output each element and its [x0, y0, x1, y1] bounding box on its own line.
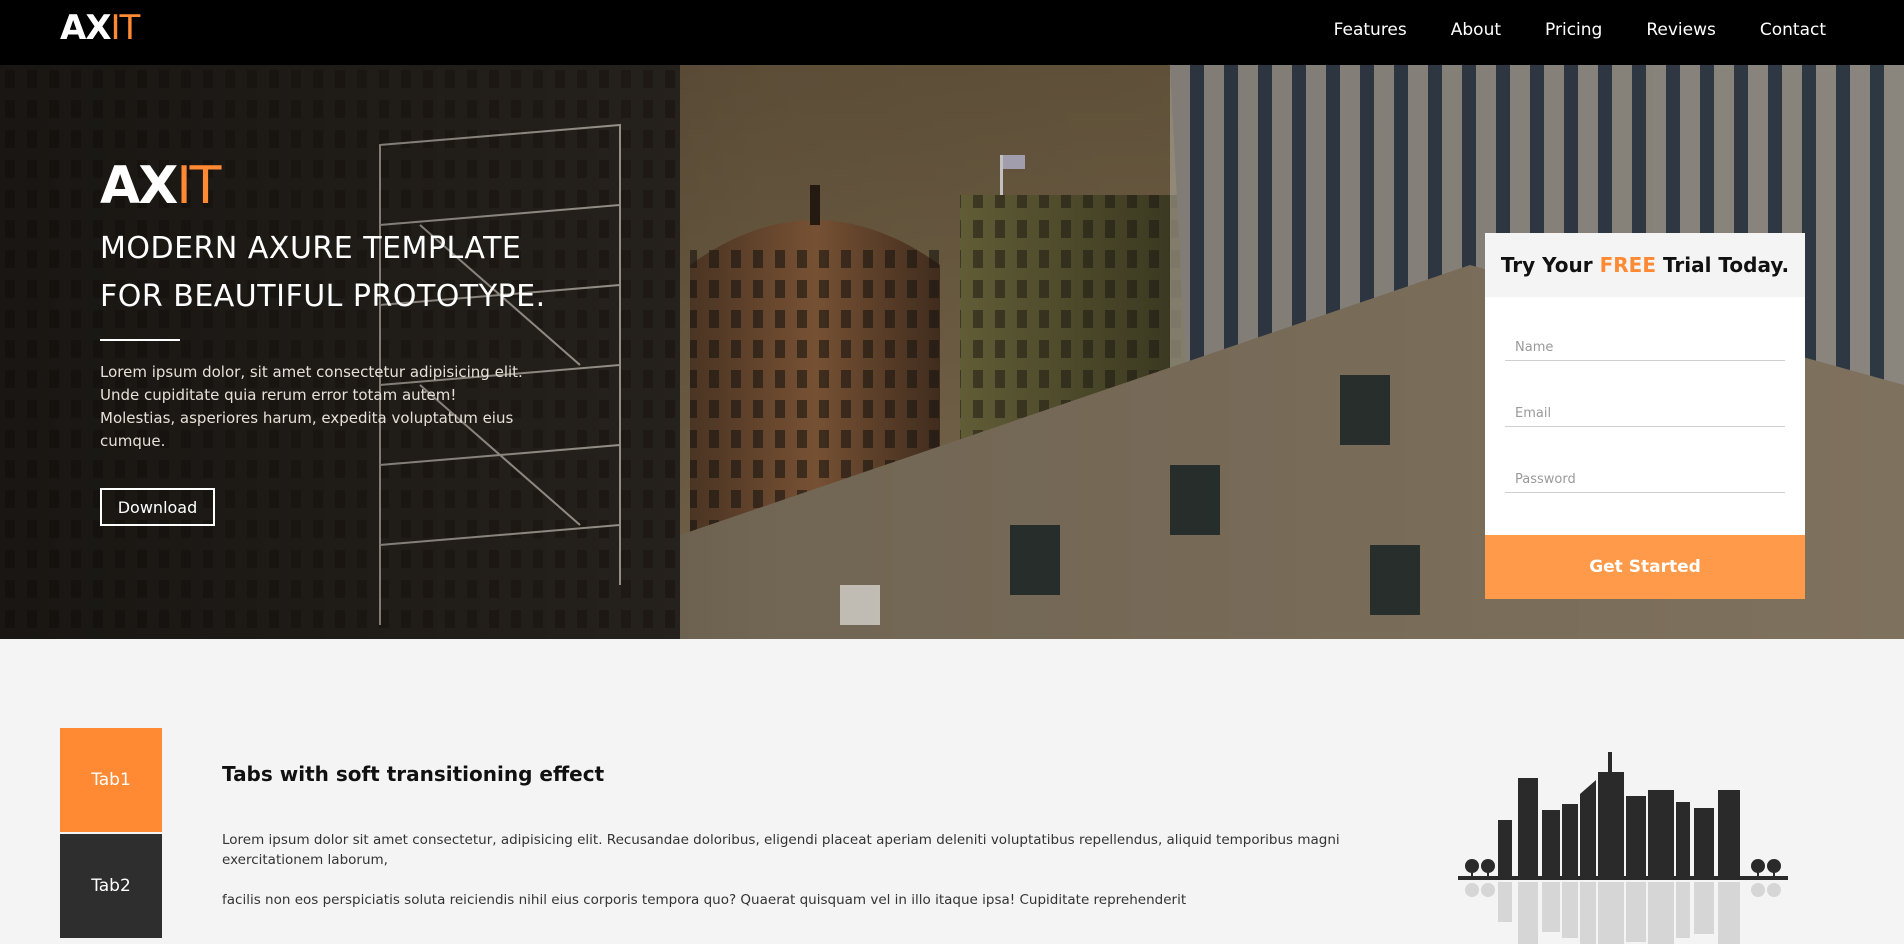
trial-heading-suffix: Trial Today.	[1655, 253, 1790, 277]
tab-content-paragraph-1: Lorem ipsum dolor sit amet consectetur, …	[222, 832, 1340, 868]
nav-link-reviews[interactable]: Reviews	[1646, 19, 1716, 41]
email-input[interactable]	[1505, 387, 1785, 426]
hero-title-line2: FOR BEAUTIFUL PROTOTYPE.	[100, 279, 546, 314]
nav-link-features[interactable]: Features	[1334, 19, 1407, 41]
name-field-wrapper	[1505, 321, 1785, 361]
trial-heading: Try Your FREE Trial Today.	[1485, 233, 1805, 297]
password-input[interactable]	[1505, 453, 1785, 492]
download-button[interactable]: Download	[100, 488, 215, 526]
brand-logo-it: IT	[110, 8, 141, 48]
trial-heading-free: FREE	[1599, 253, 1656, 277]
brand-logo[interactable]: AXIT	[60, 8, 141, 48]
hero-logo: AXIT	[100, 156, 221, 216]
nav-links: Features About Pricing Reviews Contact	[1334, 19, 1826, 41]
trial-heading-prefix: Try Your	[1500, 253, 1600, 277]
brand-logo-ax: AX	[60, 8, 112, 48]
nav-link-pricing[interactable]: Pricing	[1545, 19, 1602, 41]
password-field-wrapper	[1505, 453, 1785, 493]
hero-description: Lorem ipsum dolor, sit amet consectetur …	[100, 363, 523, 450]
tab-content-paragraph-2: facilis non eos perspiciatis soluta reic…	[222, 892, 1187, 908]
top-navbar: AXIT Features About Pricing Reviews Cont…	[0, 0, 1904, 65]
name-input[interactable]	[1505, 321, 1785, 360]
city-skyline-illustration	[1458, 752, 1788, 944]
trial-signup-card: Try Your FREE Trial Today. Get Started	[1485, 233, 1805, 599]
tab-2[interactable]: Tab2	[60, 834, 162, 940]
hero-divider	[100, 339, 180, 341]
hero-title-line1: MODERN AXURE TEMPLATE	[100, 231, 522, 266]
hero-section: AXIT MODERN AXURE TEMPLATE FOR BEAUTIFUL…	[0, 65, 1904, 639]
nav-link-about[interactable]: About	[1451, 19, 1501, 41]
email-field-wrapper	[1505, 387, 1785, 427]
tab-1[interactable]: Tab1	[60, 728, 162, 834]
tab-list: Tab1 Tab2	[60, 728, 162, 940]
get-started-button[interactable]: Get Started	[1485, 535, 1805, 599]
nav-link-contact[interactable]: Contact	[1760, 19, 1826, 41]
tab-content-title: Tabs with soft transitioning effect	[222, 762, 605, 786]
trial-form	[1485, 297, 1805, 535]
hero-logo-it: IT	[176, 156, 221, 216]
hero-logo-ax: AX	[100, 156, 178, 216]
hero-title: MODERN AXURE TEMPLATE FOR BEAUTIFUL PROT…	[100, 225, 600, 321]
